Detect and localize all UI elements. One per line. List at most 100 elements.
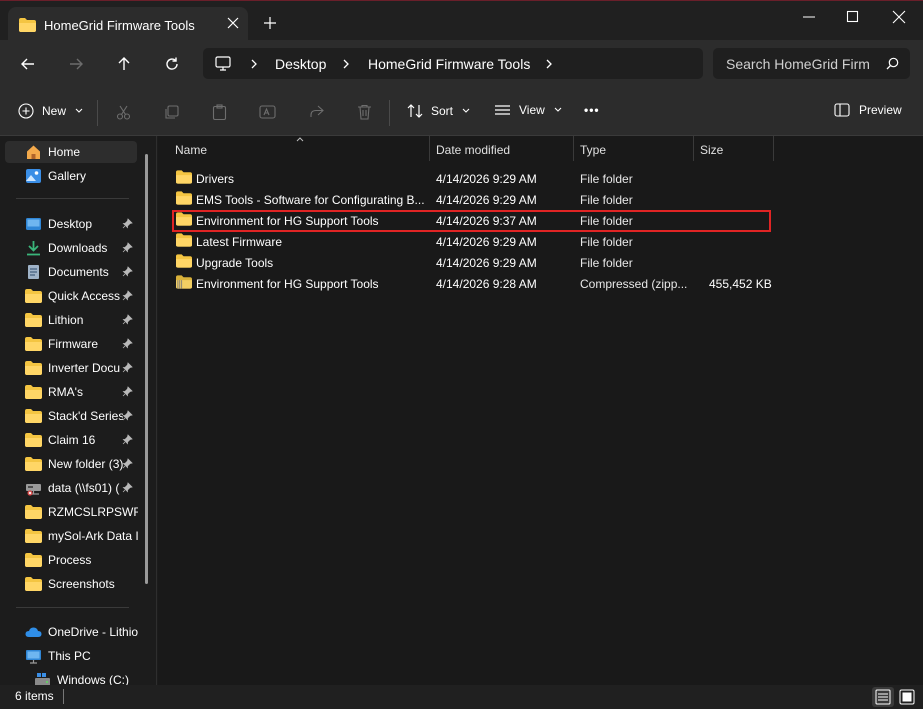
search-box[interactable]: Search HomeGrid Firm (713, 48, 910, 79)
forward-arrow-icon[interactable] (68, 56, 84, 72)
paste-icon[interactable] (212, 104, 227, 121)
sidebar-item-desktop[interactable]: Desktop (5, 213, 137, 235)
tiles-view-button[interactable] (896, 687, 918, 707)
navigation-bar: Desktop HomeGrid Firmware Tools Search H… (0, 40, 923, 88)
file-name: Drivers (196, 172, 234, 186)
up-arrow-icon[interactable] (116, 56, 132, 72)
share-icon[interactable] (308, 104, 324, 120)
column-divider[interactable] (773, 136, 774, 161)
file-date: 4/14/2026 9:28 AM (436, 277, 537, 291)
rename-icon[interactable] (259, 104, 276, 120)
pin-icon[interactable] (122, 458, 133, 469)
more-options-button[interactable]: ••• (584, 103, 600, 117)
column-divider[interactable] (573, 136, 574, 161)
file-size: 455,452 KB (709, 277, 772, 291)
file-list: Name Date modified Type Size Drivers 4/1… (158, 136, 923, 685)
details-view-button[interactable] (872, 687, 894, 707)
maximize-icon[interactable] (846, 10, 860, 24)
breadcrumb-current-folder[interactable]: HomeGrid Firmware Tools (368, 56, 530, 72)
pin-icon[interactable] (122, 338, 133, 349)
refresh-icon[interactable] (164, 56, 180, 72)
file-row[interactable]: Drivers 4/14/2026 9:29 AM File folder (170, 168, 770, 188)
sidebar-item-inverter-docu[interactable]: Inverter Docu (5, 357, 137, 379)
column-header-size[interactable]: Size (700, 143, 723, 157)
new-button[interactable]: New (18, 103, 83, 119)
sidebar-item-onedrive[interactable]: OneDrive - Lithio (5, 621, 138, 643)
pin-icon[interactable] (122, 410, 133, 421)
sidebar-item-quick-access[interactable]: Quick Access (5, 285, 137, 307)
pin-icon[interactable] (122, 434, 133, 445)
sidebar-item-process[interactable]: Process (5, 549, 137, 571)
sidebar-item-firmware[interactable]: Firmware (5, 333, 137, 355)
title-bar: HomeGrid Firmware Tools (0, 0, 923, 41)
sidebar-item-documents[interactable]: Documents (5, 261, 137, 283)
pin-icon[interactable] (122, 218, 133, 229)
sort-button[interactable]: Sort (407, 103, 470, 119)
sidebar-item-windows-c[interactable]: Windows (C:) (14, 669, 137, 685)
network-drive-icon (26, 484, 41, 496)
sidebar-item-rmas[interactable]: RMA's (5, 381, 137, 403)
sidebar-item-this-pc[interactable]: This PC (5, 645, 137, 667)
pin-icon[interactable] (122, 386, 133, 397)
pin-icon[interactable] (122, 242, 133, 253)
pin-icon[interactable] (122, 482, 133, 493)
minimize-icon[interactable] (802, 10, 816, 24)
sidebar-item-mysol-ark-data[interactable]: mySol-Ark Data I (5, 525, 138, 547)
sidebar-item-rzmcslrpswrn[interactable]: RZMCSLRPSWRN (5, 501, 138, 523)
sidebar-label: Windows (C:) (57, 673, 130, 685)
search-icon[interactable] (886, 57, 899, 70)
new-tab-icon[interactable] (263, 16, 277, 30)
close-tab-icon[interactable] (225, 15, 241, 31)
sidebar-item-gallery[interactable]: Gallery (5, 165, 137, 187)
back-arrow-icon[interactable] (20, 56, 36, 72)
sidebar-item-stackd-series[interactable]: Stack'd Series (5, 405, 137, 427)
sidebar-item-lithion[interactable]: Lithion (5, 309, 137, 331)
file-row[interactable]: Upgrade Tools 4/14/2026 9:29 AM File fol… (170, 252, 770, 272)
preview-button[interactable]: Preview (834, 103, 902, 117)
sidebar-label: Inverter Docu (48, 361, 121, 375)
folder-icon (25, 409, 42, 423)
column-header-date-modified[interactable]: Date modified (436, 143, 510, 157)
pin-icon[interactable] (122, 290, 133, 301)
sidebar-item-home[interactable]: Home (5, 141, 137, 163)
pin-icon[interactable] (122, 266, 133, 277)
search-placeholder: Search HomeGrid Firm (726, 56, 870, 72)
sort-icon (407, 104, 423, 118)
file-type: File folder (580, 256, 633, 270)
toolbar-divider (389, 100, 390, 126)
close-icon[interactable] (892, 10, 906, 24)
folder-icon (19, 18, 36, 32)
sidebar-item-network-drive[interactable]: data (\\fs01) ( (5, 477, 137, 499)
sidebar-scrollbar[interactable] (145, 154, 148, 584)
chevron-right-icon[interactable] (342, 59, 350, 69)
chevron-down-icon (75, 108, 83, 113)
file-row[interactable]: EMS Tools - Software for Configurating B… (170, 189, 770, 209)
zip-folder-icon (176, 275, 192, 289)
chevron-down-icon (462, 108, 470, 113)
delete-icon[interactable] (357, 104, 372, 120)
file-row[interactable]: Environment for HG Support Tools 4/14/20… (170, 273, 772, 293)
copy-icon[interactable] (164, 105, 179, 120)
chevron-down-icon (554, 107, 562, 112)
view-button[interactable]: View (494, 103, 562, 117)
pin-icon[interactable] (122, 314, 133, 325)
sidebar-item-downloads[interactable]: Downloads (5, 237, 137, 259)
file-row[interactable]: Latest Firmware 4/14/2026 9:29 AM File f… (170, 231, 770, 251)
sidebar-item-claim-16[interactable]: Claim 16 (5, 429, 137, 451)
cut-icon[interactable] (116, 105, 131, 120)
sidebar-item-screenshots[interactable]: Screenshots (5, 573, 137, 595)
column-divider[interactable] (429, 136, 430, 161)
chevron-right-icon[interactable] (545, 59, 553, 69)
address-bar[interactable]: Desktop HomeGrid Firmware Tools (203, 48, 703, 79)
pin-icon[interactable] (122, 362, 133, 373)
column-divider[interactable] (693, 136, 694, 161)
column-header-name[interactable]: Name (175, 143, 207, 157)
chevron-right-icon[interactable] (250, 59, 258, 69)
file-type: File folder (580, 193, 633, 207)
gallery-icon (26, 169, 41, 183)
breadcrumb-desktop[interactable]: Desktop (275, 56, 326, 72)
sidebar-item-new-folder-3[interactable]: New folder (3) (5, 453, 137, 475)
column-header-type[interactable]: Type (580, 143, 606, 157)
download-icon (27, 241, 40, 256)
tab-homegrid-firmware-tools[interactable]: HomeGrid Firmware Tools (8, 7, 248, 41)
